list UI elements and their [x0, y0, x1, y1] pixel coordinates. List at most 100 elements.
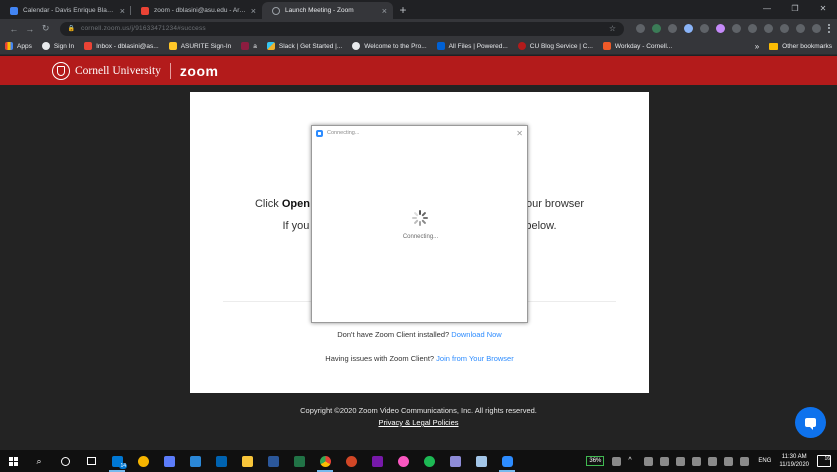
extension-icon[interactable]	[764, 24, 774, 33]
lock-icon: 🔒	[67, 26, 76, 32]
privacy-policy-link[interactable]: Privacy & Legal Policies	[378, 418, 458, 427]
reload-icon[interactable]: ↻	[38, 23, 54, 34]
taskbar-explorer[interactable]	[234, 450, 260, 472]
extension-icon[interactable]	[684, 24, 694, 33]
tab-launch-meeting[interactable]: Launch Meeting - Zoom ×	[262, 2, 393, 19]
chevron-up-icon[interactable]: ^	[628, 457, 637, 466]
chat-button[interactable]	[795, 407, 826, 438]
bookmark-inbox[interactable]: Inbox - dblasini@as...	[84, 42, 159, 50]
extension-icon[interactable]	[780, 24, 790, 33]
calendar-icon	[215, 455, 227, 467]
bookmark-all-files[interactable]: All Files | Powered...	[436, 42, 508, 50]
minimize-icon[interactable]: —	[753, 0, 781, 19]
taskbar-weather[interactable]	[130, 450, 156, 472]
address-url: cornell.zoom.us/j/91633471234#success	[81, 25, 206, 32]
bookmark-slack[interactable]: Slack | Get Started |...	[266, 42, 342, 50]
extension-icon[interactable]	[732, 24, 742, 33]
taskbar-spotify[interactable]	[416, 450, 442, 472]
battery-indicator[interactable]: 36%	[586, 456, 605, 466]
taskbar-zoom[interactable]	[494, 450, 520, 472]
bookmark-label: All Files | Powered...	[448, 42, 508, 50]
taskbar-itunes[interactable]	[390, 450, 416, 472]
close-icon[interactable]: ✕	[516, 129, 523, 138]
extension-icon[interactable]	[636, 24, 646, 33]
clock-time: 11:30 AM	[781, 454, 807, 460]
bookmark-sign-in[interactable]: Sign In	[41, 42, 75, 50]
menu-icon[interactable]	[828, 24, 831, 33]
zoom-icon	[501, 455, 513, 467]
task-view-icon	[86, 457, 96, 465]
close-tab-icon[interactable]: ×	[382, 6, 387, 16]
onedrive-icon[interactable]	[644, 456, 654, 466]
taskbar-powerpoint[interactable]	[338, 450, 364, 472]
keyboard-icon[interactable]	[740, 456, 750, 466]
bookmark-apps[interactable]: Apps	[5, 42, 32, 50]
join-from-browser-link[interactable]: Join from Your Browser	[436, 354, 514, 363]
bookmark-a[interactable]: a	[241, 42, 257, 50]
brand-divider	[169, 62, 171, 79]
taskbar-onenote[interactable]	[364, 450, 390, 472]
bookmark-label: CU Blog Service | C...	[529, 42, 593, 50]
extension-icon[interactable]	[748, 24, 758, 33]
bookmark-label: Sign In	[53, 42, 75, 50]
bookmark-label: Workday - Cornell...	[614, 42, 673, 50]
search-button[interactable]: ⌕	[26, 450, 52, 472]
taskbar-calendar[interactable]	[208, 450, 234, 472]
more-bookmarks-button[interactable]: »	[755, 42, 759, 51]
bookmark-asurite[interactable]: ASURITE Sign-In	[168, 42, 231, 50]
bookmark-label: a	[253, 42, 257, 50]
download-now-link[interactable]: Download Now	[451, 330, 501, 339]
volume-icon[interactable]	[708, 456, 718, 466]
microphone-icon[interactable]	[612, 456, 622, 466]
dropbox-icon[interactable]	[676, 456, 686, 466]
taskbar-clock[interactable]: 11:30 AM 11/19/2020	[779, 453, 809, 469]
other-bookmarks[interactable]: Other bookmarks	[769, 42, 832, 50]
taskbar-paint[interactable]	[442, 450, 468, 472]
taskbar-app[interactable]	[468, 450, 494, 472]
new-tab-button[interactable]: +	[393, 2, 413, 19]
close-window-icon[interactable]: ✕	[809, 0, 837, 19]
close-tab-icon[interactable]: ×	[120, 6, 125, 16]
notification-count: 16	[824, 456, 830, 462]
dialog-status: Connecting...	[402, 234, 439, 240]
notifications-icon[interactable]: 16	[817, 455, 831, 467]
taskbar-excel[interactable]	[286, 450, 312, 472]
extension-icon[interactable]	[668, 24, 678, 33]
taskbar-word[interactable]	[260, 450, 286, 472]
bookmark-label: Inbox - dblasini@as...	[96, 42, 159, 50]
address-bar[interactable]: 🔒 cornell.zoom.us/j/91633471234#success …	[59, 21, 625, 36]
task-view-button[interactable]	[78, 450, 104, 472]
language-indicator[interactable]: ENG	[758, 458, 771, 464]
extension-icon[interactable]	[652, 24, 662, 33]
bookmark-welcome[interactable]: Welcome to the Pro...	[352, 42, 427, 50]
taskbar-photos[interactable]	[182, 450, 208, 472]
pen-icon[interactable]	[724, 456, 734, 466]
cortana-button[interactable]	[52, 450, 78, 472]
connecting-dialog: Connecting... ✕ Connecting...	[311, 125, 528, 323]
close-tab-icon[interactable]: ×	[251, 6, 256, 16]
restore-icon[interactable]: ❐	[781, 0, 809, 19]
extension-icon[interactable]	[716, 24, 726, 33]
taskbar-chrome[interactable]	[312, 450, 338, 472]
back-icon[interactable]: ←	[6, 24, 22, 34]
bookmark-workday[interactable]: Workday - Cornell...	[602, 42, 673, 50]
battery-icon[interactable]	[660, 456, 670, 466]
extension-icon[interactable]	[700, 24, 710, 33]
powerpoint-icon	[345, 455, 357, 467]
tab-gmail[interactable]: zoom - dblasini@asu.edu - Arizona State …	[131, 2, 262, 19]
star-icon[interactable]: ☆	[609, 24, 616, 33]
tab-calendar[interactable]: Calendar - Davis Enrique Blasini ×	[0, 2, 131, 19]
instruction-text: Click	[254, 198, 282, 210]
brand-header: Cornell University zoom	[0, 56, 837, 85]
bookmark-cu-blog[interactable]: CU Blog Service | C...	[517, 42, 593, 50]
box-icon	[436, 42, 445, 50]
start-button[interactable]	[0, 450, 26, 472]
taskbar-mail[interactable]: 14	[104, 450, 130, 472]
taskbar-calculator[interactable]	[156, 450, 182, 472]
forward-icon[interactable]: →	[22, 24, 38, 34]
extension-icon[interactable]	[796, 24, 806, 33]
profile-avatar[interactable]	[812, 24, 822, 33]
wifi-icon[interactable]	[692, 456, 702, 466]
system-tray: 36% ^ ENG 11:30 AM 11/19/2020 16	[586, 450, 837, 472]
gmail-icon	[141, 6, 149, 15]
